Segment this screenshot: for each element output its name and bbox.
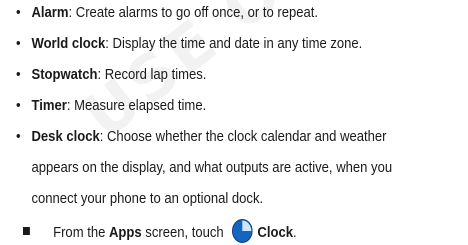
list-item-timer: • Timer: Measure elapsed time. — [16, 94, 401, 117]
apps-label: Apps — [109, 224, 142, 241]
list-item-alarm: • Alarm: Create alarms to go off once, or… — [16, 1, 401, 24]
item-desc: : Record lap times. — [97, 66, 207, 83]
item-term: Alarm — [31, 4, 69, 21]
item-term: Desk clock — [31, 128, 100, 145]
bullet-icon: • — [16, 97, 21, 114]
item-desc: : Create alarms to go off once, or to re… — [68, 4, 319, 21]
step-prefix: From the — [53, 224, 109, 241]
bullet-icon: • — [16, 4, 21, 21]
item-desc: : Measure elapsed time. — [66, 97, 207, 114]
bullet-icon: • — [16, 35, 21, 52]
instruction-step: From the Apps screen, touch Clock. — [23, 219, 401, 244]
item-desc: : Display the time and date in any time … — [105, 35, 363, 52]
step-bullet-icon — [23, 227, 30, 235]
step-middle: screen, touch — [141, 224, 228, 241]
clock-icon — [231, 219, 253, 243]
bullet-icon: • — [16, 66, 21, 83]
bullet-icon: • — [16, 128, 21, 145]
item-term: World clock — [31, 35, 106, 52]
list-item-desk-clock: • Desk clock: Choose whether the clock ca… — [16, 125, 401, 210]
item-term: Stopwatch — [31, 66, 98, 83]
item-desc-continued: connect your phone to an optional dock. — [31, 190, 264, 207]
list-item-stopwatch: • Stopwatch: Record lap times. — [16, 63, 401, 86]
step-period: . — [292, 224, 297, 241]
item-desc: : Choose whether the clock calendar and … — [99, 128, 387, 145]
manual-page: USE ONLY • Alarm: Create alarms to go off… — [0, 0, 468, 245]
list-item-world-clock: • World clock: Display the time and date … — [16, 32, 401, 55]
clock-label: Clock — [257, 224, 293, 241]
item-term: Timer — [31, 97, 67, 114]
item-desc-continued: appears on the display, and what outputs… — [31, 159, 393, 176]
